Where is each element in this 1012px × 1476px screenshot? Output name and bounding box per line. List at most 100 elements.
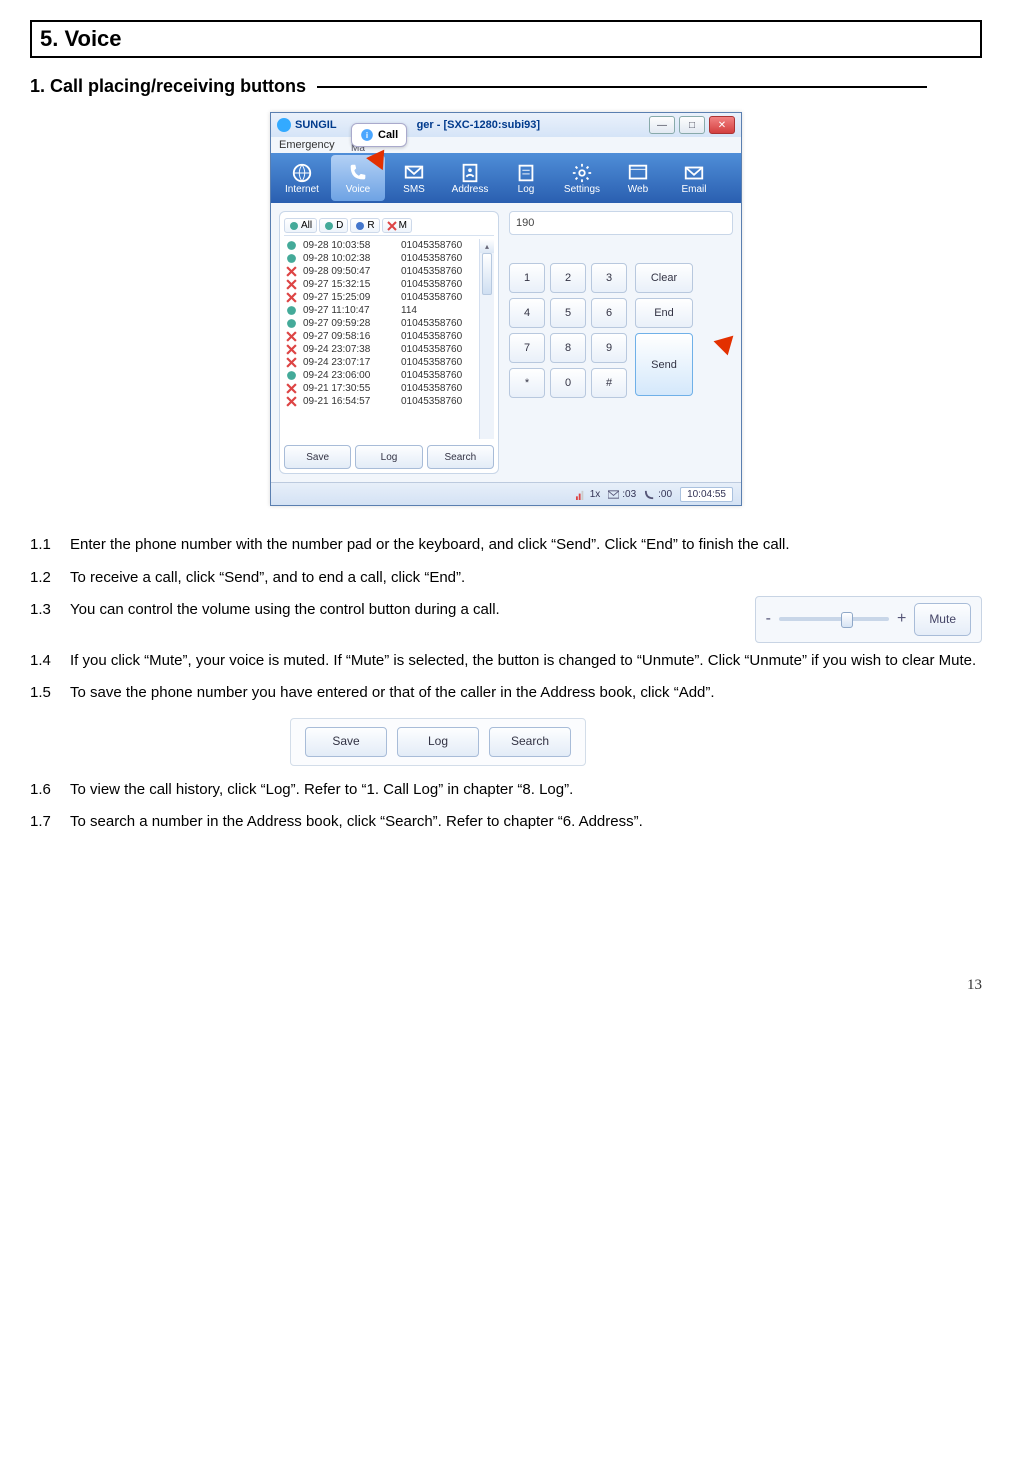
log-row[interactable]: 09-27 11:10:47114 (284, 304, 494, 317)
log-row[interactable]: 09-24 23:07:3801045358760 (284, 343, 494, 356)
mute-button[interactable]: Mute (914, 603, 971, 636)
scroll-up-icon[interactable]: ▴ (480, 239, 494, 253)
search-button[interactable]: Search (489, 727, 571, 757)
key-7[interactable]: 7 (509, 333, 545, 363)
log-row[interactable]: 09-28 10:03:5801045358760 (284, 239, 494, 252)
menubar[interactable]: Emergency (271, 137, 741, 153)
info-icon: i (360, 128, 374, 142)
end-button[interactable]: End (635, 298, 693, 328)
filter-all[interactable]: All (284, 218, 317, 233)
key-1[interactable]: 1 (509, 263, 545, 293)
toolbar-label: Settings (564, 184, 600, 195)
log-number: 01045358760 (401, 253, 462, 264)
section-title: 5. Voice (30, 20, 982, 58)
email-tab[interactable]: Email (667, 155, 721, 201)
dial-display[interactable]: 190 (509, 211, 733, 235)
volume-thumb[interactable] (841, 612, 853, 628)
save-button[interactable]: Save (284, 445, 351, 469)
instruction-item: 1.6To view the call history, click “Log”… (30, 776, 982, 805)
close-button[interactable]: ✕ (709, 116, 735, 134)
key-*[interactable]: * (509, 368, 545, 398)
key-5[interactable]: 5 (550, 298, 586, 328)
window-buttons: — □ ✕ (649, 116, 735, 134)
log-row[interactable]: 09-27 15:25:09 01045358760 (284, 291, 494, 304)
email-icon (683, 162, 705, 184)
log-number: 01045358760 (401, 292, 462, 303)
log-timestamp: 09-24 23:07:17 (303, 357, 395, 368)
emergency-menu[interactable]: Emergency (279, 139, 335, 151)
address-tab[interactable]: Address (443, 155, 497, 201)
log-button[interactable]: Log (355, 445, 422, 469)
settings-tab[interactable]: Settings (555, 155, 609, 201)
scrollbar[interactable]: ▴ (479, 239, 494, 439)
clear-button[interactable]: Clear (635, 263, 693, 293)
call-type-icon (286, 266, 297, 277)
log-row[interactable]: 09-24 23:07:17 01045358760 (284, 356, 494, 369)
minimize-button[interactable]: — (649, 116, 675, 134)
filter-icon (355, 221, 365, 231)
call-type-icon (286, 331, 297, 342)
key-4[interactable]: 4 (509, 298, 545, 328)
log-row[interactable]: 09-21 17:30:5501045358760 (284, 382, 494, 395)
item-text: Enter the phone number with the number p… (70, 531, 982, 560)
volume-slider[interactable] (779, 617, 889, 621)
scroll-thumb[interactable] (482, 253, 492, 295)
call-tooltip: i Call (351, 123, 407, 147)
log-number: 01045358760 (401, 383, 462, 394)
log-timestamp: 09-27 09:58:16 (303, 331, 395, 342)
instruction-item: 1.7To search a number in the Address boo… (30, 808, 982, 837)
log-number: 01045358760 (401, 318, 462, 329)
call-type-icon (286, 357, 297, 368)
key-9[interactable]: 9 (591, 333, 627, 363)
toolbar-label: Internet (285, 184, 319, 195)
log-row[interactable]: 09-27 15:32:1501045358760 (284, 278, 494, 291)
save-button[interactable]: Save (305, 727, 387, 757)
log-timestamp: 09-27 15:25:09 (303, 292, 395, 303)
log-number: 01045358760 (401, 331, 462, 342)
log-button[interactable]: Log (397, 727, 479, 757)
main-toolbar: InternetVoiceSMSAddressLogSettingsWebEma… (271, 153, 741, 203)
call-type-icon (286, 318, 297, 329)
toolbar-label: Email (681, 184, 706, 195)
filter-r[interactable]: R (350, 218, 379, 233)
call-type-icon (286, 240, 297, 251)
send-button[interactable]: Send (635, 333, 693, 396)
signal-icon: 1x (576, 489, 601, 500)
key-6[interactable]: 6 (591, 298, 627, 328)
key-8[interactable]: 8 (550, 333, 586, 363)
search-button[interactable]: Search (427, 445, 494, 469)
buttons-figure: Save Log Search (290, 718, 982, 766)
key-3[interactable]: 3 (591, 263, 627, 293)
log-row[interactable]: 09-24 23:06:0001045358760 (284, 369, 494, 382)
log-row[interactable]: 09-27 09:59:28 01045358760 (284, 317, 494, 330)
log-row[interactable]: 09-28 10:02:3801045358760 (284, 252, 494, 265)
web-tab[interactable]: Web (611, 155, 665, 201)
log-row[interactable]: 09-28 09:50:4701045358760 (284, 265, 494, 278)
item-number: 1.5 (30, 679, 70, 708)
internet-tab[interactable]: Internet (275, 155, 329, 201)
key-2[interactable]: 2 (550, 263, 586, 293)
toolbar-label: Web (628, 184, 648, 195)
log-number: 01045358760 (401, 357, 462, 368)
volume-plus[interactable]: + (897, 604, 906, 634)
sms-status-icon: :03 (608, 489, 636, 500)
maximize-button[interactable]: □ (679, 116, 705, 134)
log-timestamp: 09-24 23:06:00 (303, 370, 395, 381)
item-number: 1.6 (30, 776, 70, 805)
volume-minus[interactable]: - (766, 604, 771, 634)
item-number: 1.1 (30, 531, 70, 560)
log-filters: AllDRM (284, 216, 494, 236)
subsection-title: 1. Call placing/receiving buttons (30, 76, 982, 97)
app-window: SUNGIL ger - [SXC-1280:subi93] — □ ✕ i C… (270, 112, 742, 506)
sms-tab[interactable]: SMS (387, 155, 441, 201)
filter-m[interactable]: M (382, 218, 412, 233)
key-#[interactable]: # (591, 368, 627, 398)
item-number: 1.4 (30, 647, 70, 676)
filter-d[interactable]: D (319, 218, 348, 233)
filter-icon (289, 221, 299, 231)
key-0[interactable]: 0 (550, 368, 586, 398)
log-timestamp: 09-27 09:59:28 (303, 318, 395, 329)
log-row[interactable]: 09-21 16:54:5701045358760 (284, 395, 494, 408)
log-row[interactable]: 09-27 09:58:16 01045358760 (284, 330, 494, 343)
log-tab[interactable]: Log (499, 155, 553, 201)
